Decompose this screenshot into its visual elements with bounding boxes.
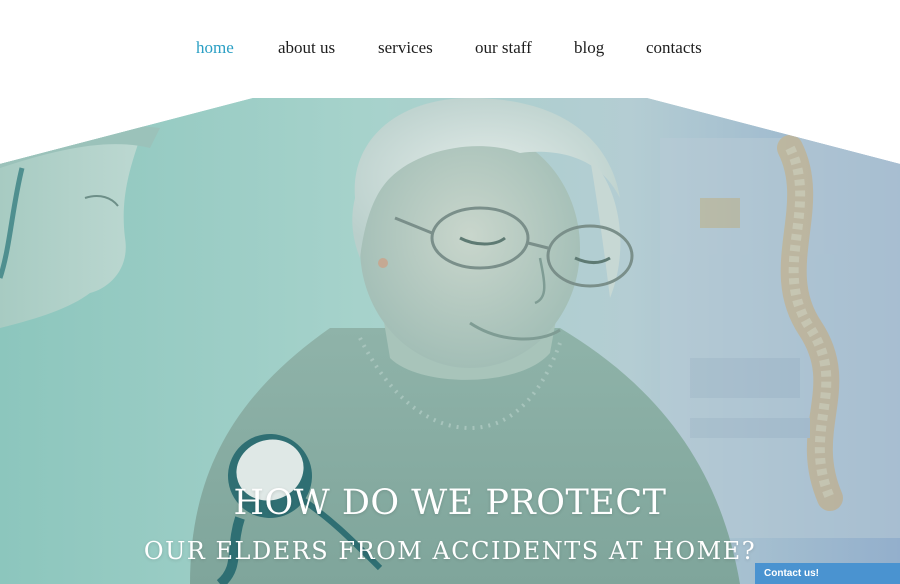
- hero-title: HOW DO WE PROTECT: [233, 483, 667, 523]
- nav-item-about-us[interactable]: about us: [278, 37, 335, 59]
- page: home about us services our staff blog co…: [0, 0, 900, 584]
- nav-item-services[interactable]: services: [378, 37, 433, 59]
- nav-item-blog[interactable]: blog: [574, 37, 604, 59]
- nav-item-home[interactable]: home: [196, 37, 234, 59]
- nav-item-contacts[interactable]: contacts: [646, 37, 702, 59]
- main-navigation: home about us services our staff blog co…: [0, 0, 900, 98]
- hero-banner: HOW DO WE PROTECT OUR ELDERS FROM ACCIDE…: [0, 98, 900, 584]
- contact-us-tab[interactable]: Contact us!: [755, 563, 900, 584]
- hero-subtitle: OUR ELDERS FROM ACCIDENTS AT HOME?: [143, 537, 757, 565]
- nav-item-our-staff[interactable]: our staff: [475, 37, 532, 59]
